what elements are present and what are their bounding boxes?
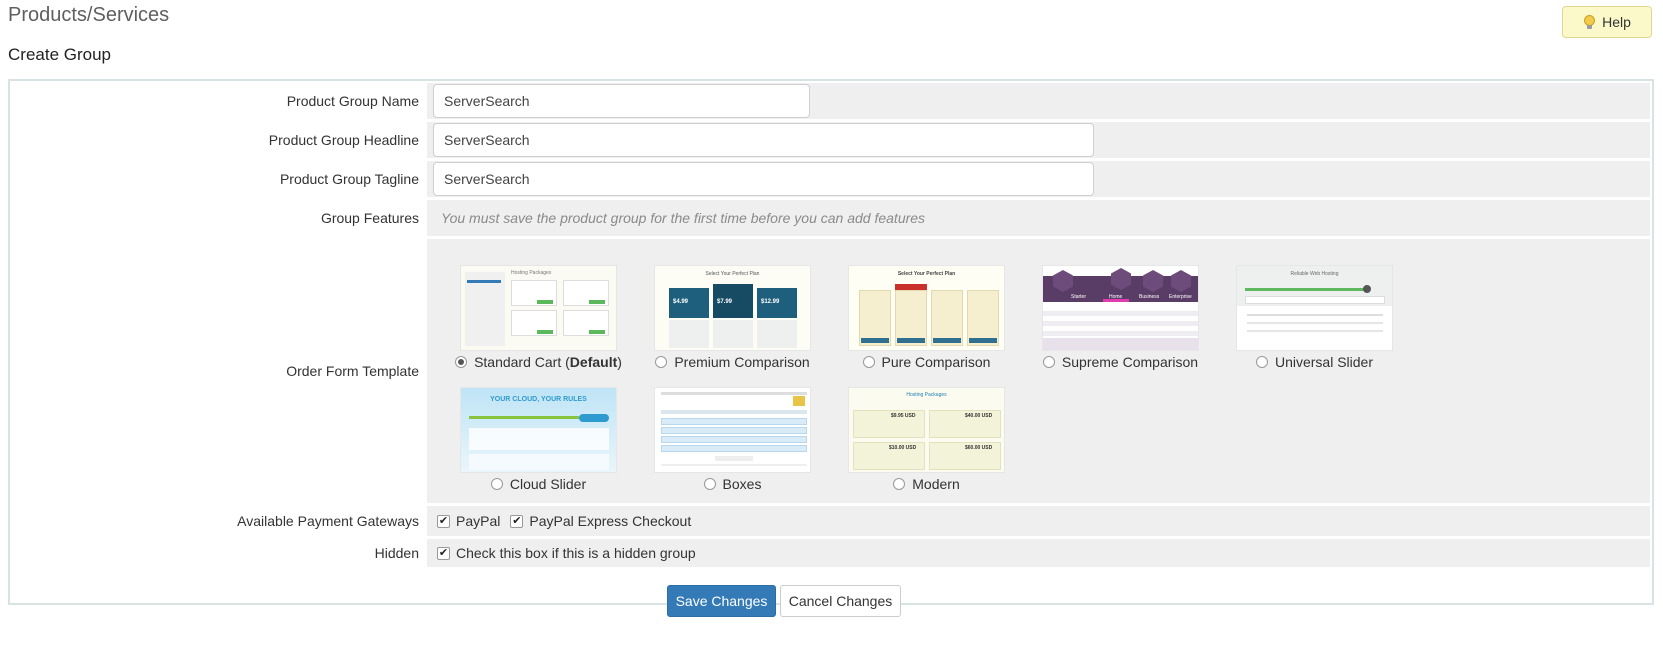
section-subtitle: Create Group [8,45,111,64]
row-group-features: Group Features You must save the product… [12,200,1650,236]
hidden-text: Check this box if this is a hidden group [456,545,696,561]
group-headline-input[interactable] [433,123,1094,157]
group-tagline-input[interactable] [433,162,1094,196]
cancel-changes-button[interactable]: Cancel Changes [780,585,901,617]
thumbnail-boxes[interactable] [654,387,811,473]
thumb-heading-modern: Hosting Packages [906,392,947,398]
group-tagline-label: Product Group Tagline [12,161,427,197]
group-headline-label: Product Group Headline [12,122,427,158]
thumbnail-cloud-slider[interactable]: YOUR CLOUD, YOUR RULES [460,387,617,473]
template-pure-comparison-label: Pure Comparison [881,354,991,370]
thumb-heading-premium: Select Your Perfect Plan [705,271,760,277]
hidden-option[interactable]: ✔ Check this box if this is a hidden gro… [437,545,696,561]
row-group-name: Product Group Name [12,83,1650,119]
radio-standard-cart[interactable] [455,356,468,368]
group-features-note: You must save the product group for the … [441,210,926,226]
thumbnail-supreme-comparison[interactable]: Starter Home Business Enterprise [1042,265,1199,351]
thumb-price-3: $12.99 [761,299,780,305]
thumb-modern-price-3: $10.00 USD [889,445,917,451]
order-form-template-cell: Hosting Packages Standard Cart (Default) [427,239,1650,503]
template-supreme-comparison-option[interactable]: Supreme Comparison [1033,354,1208,370]
lightbulb-icon [1583,14,1596,30]
template-supreme-comparison-label: Supreme Comparison [1061,354,1199,370]
template-modern-option[interactable]: Modern [839,476,1014,492]
template-boxes-label: Boxes [722,476,762,492]
template-cloud-slider-option[interactable]: Cloud Slider [451,476,626,492]
thumb-price-2: $7.99 [717,299,733,305]
template-pure-comparison-option[interactable]: Pure Comparison [839,354,1014,370]
help-button[interactable]: Help [1562,6,1652,38]
hidden-label: Hidden [12,539,427,567]
thumbnail-pure-comparison[interactable]: Select Your Perfect Plan [848,265,1005,351]
thumb-label-enterprise: Enterprise [1169,294,1192,300]
save-changes-button[interactable]: Save Changes [667,585,776,617]
template-cloud-slider[interactable]: YOUR CLOUD, YOUR RULES Cloud Slider [451,387,626,492]
radio-universal-slider[interactable] [1255,356,1268,368]
thumb-label-starter: Starter [1071,294,1087,300]
thumbnail-standard-cart[interactable]: Hosting Packages [460,265,617,351]
payment-gateways-label: Available Payment Gateways [12,506,427,536]
row-group-tagline: Product Group Tagline [12,161,1650,197]
template-standard-cart-option[interactable]: Standard Cart (Default) [451,354,626,370]
payment-gateways-cell: ✔ PayPal ✔ PayPal Express Checkout [427,506,1650,536]
group-name-input[interactable] [433,84,810,118]
group-features-label: Group Features [12,200,427,236]
group-name-label: Product Group Name [12,83,427,119]
row-order-form-template: Order Form Template Hosting Packages Sta… [12,239,1650,503]
template-boxes-option[interactable]: Boxes [645,476,820,492]
radio-modern[interactable] [893,478,906,490]
radio-boxes[interactable] [703,478,716,490]
row-payment-gateways: Available Payment Gateways ✔ PayPal ✔ Pa… [12,506,1650,536]
radio-premium-comparison[interactable] [655,356,668,368]
page-title: Products/Services [8,4,170,26]
hidden-cell: ✔ Check this box if this is a hidden gro… [427,539,1650,567]
thumb-heading-standard: Hosting Packages [511,270,552,276]
thumbnail-universal-slider[interactable]: Reliable Web Hosting [1236,265,1393,351]
thumb-heading-universal: Reliable Web Hosting [1290,271,1339,277]
template-supreme-comparison[interactable]: Starter Home Business Enterprise Supreme… [1033,265,1208,370]
radio-pure-comparison[interactable] [862,356,875,368]
template-modern-label: Modern [912,476,960,492]
template-standard-cart-label: Standard Cart (Default) [474,354,622,370]
group-tagline-cell [427,161,1650,197]
template-universal-slider-option[interactable]: Universal Slider [1227,354,1402,370]
gateway-paypal-option[interactable]: ✔ PayPal [437,513,500,529]
order-form-template-label: Order Form Template [12,239,427,503]
template-premium-comparison-label: Premium Comparison [674,354,810,370]
template-boxes[interactable]: Boxes [645,387,820,492]
row-hidden: Hidden ✔ Check this box if this is a hid… [12,539,1650,567]
template-universal-slider-label: Universal Slider [1274,354,1374,370]
thumb-modern-price-4: $60.00 USD [965,445,993,451]
group-name-cell [427,83,1650,119]
gateway-paypal-label: PayPal [456,513,501,529]
thumb-modern-price-1: $9.95 USD [891,413,916,419]
group-headline-cell [427,122,1650,158]
help-label: Help [1602,14,1631,30]
create-group-form: Product Group Name Product Group Headlin… [8,79,1654,605]
template-universal-slider[interactable]: Reliable Web Hosting Universal Slider [1227,265,1402,370]
radio-supreme-comparison[interactable] [1042,356,1055,368]
radio-cloud-slider[interactable] [490,478,503,490]
thumbnail-modern[interactable]: Hosting Packages $9.95 USD $40.00 USD $1… [848,387,1005,473]
thumb-heading-pure: Select Your Perfect Plan [897,271,956,277]
template-grid: Hosting Packages Standard Cart (Default) [427,239,1650,503]
thumb-heading-cloud: YOUR CLOUD, YOUR RULES [490,396,587,403]
thumbnail-premium-comparison[interactable]: Select Your Perfect Plan $4.99 $7.99 $12… [654,265,811,351]
thumb-label-business: Business [1139,294,1160,300]
template-premium-comparison[interactable]: Select Your Perfect Plan $4.99 $7.99 $12… [645,265,820,370]
checkmark-icon[interactable]: ✔ [510,514,524,528]
checkmark-icon[interactable]: ✔ [437,546,450,560]
template-premium-comparison-option[interactable]: Premium Comparison [645,354,820,370]
group-features-cell: You must save the product group for the … [427,200,1650,236]
template-cloud-slider-label: Cloud Slider [509,476,587,492]
template-modern[interactable]: Hosting Packages $9.95 USD $40.00 USD $1… [839,387,1014,492]
row-group-headline: Product Group Headline [12,122,1650,158]
checkmark-icon[interactable]: ✔ [437,514,450,528]
gateway-paypal-express-option[interactable]: ✔ PayPal Express Checkout [510,513,691,529]
gateway-paypal-express-label: PayPal Express Checkout [529,513,692,529]
thumb-price-1: $4.99 [673,299,689,305]
template-standard-cart[interactable]: Hosting Packages Standard Cart (Default) [451,265,626,370]
thumb-modern-price-2: $40.00 USD [965,413,993,419]
template-pure-comparison[interactable]: Select Your Perfect Plan Pure Comparison [839,265,1014,370]
